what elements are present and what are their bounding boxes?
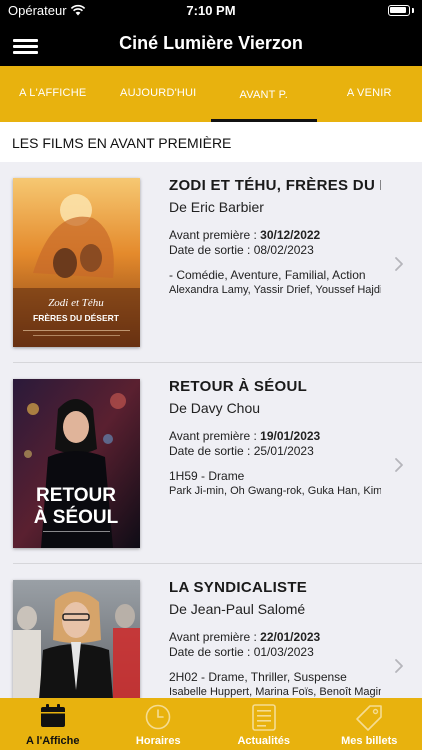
segment-tabs: A L'AFFICHE AUJOURD'HUI AVANT P. A VENIR xyxy=(0,66,422,122)
poster-title-line2: À SÉOUL xyxy=(34,506,119,528)
poster-title-line1: Zodi et Téhu xyxy=(48,297,104,309)
film-poster: Zodi et Téhu FRÈRES DU DÉSERT xyxy=(13,178,140,347)
film-title: ZODI ET TÉHU, FRÈRES DU DÉSERT xyxy=(169,177,381,194)
film-row[interactable]: LA SYNDICALISTE De Jean-Paul Salomé Avan… xyxy=(0,564,422,698)
bottom-tab-actualites[interactable]: Actualités xyxy=(211,698,317,750)
ticket-icon xyxy=(356,705,383,731)
film-director: De Davy Chou xyxy=(169,400,261,416)
preview-date: Avant première : 19/01/2023 xyxy=(169,429,321,443)
status-bar: Opérateur 7:10 PM xyxy=(0,0,422,22)
clock-time: 7:10 PM xyxy=(186,3,236,18)
film-cast: Park Ji-min, Oh Gwang-rok, Guka Han, Kim… xyxy=(169,485,381,497)
film-genre: - Comédie, Aventure, Familial, Action xyxy=(169,268,366,282)
calendar-icon xyxy=(40,704,65,727)
preview-date: Avant première : 30/12/2022 xyxy=(169,228,321,242)
chevron-right-icon xyxy=(395,659,403,673)
film-poster xyxy=(13,580,140,698)
film-genre: 1H59 - Drame xyxy=(169,469,245,483)
bottom-tab-label: Horaires xyxy=(135,735,181,747)
bottom-tab-horaires[interactable]: Horaires xyxy=(106,698,212,750)
film-director: De Eric Barbier xyxy=(169,199,264,215)
clock-icon xyxy=(145,704,171,730)
film-title: LA SYNDICALISTE xyxy=(169,579,308,596)
tab-a-venir[interactable]: A VENIR xyxy=(317,66,422,122)
bottom-tab-bar: A l'Affiche Horaires Actualités Mes bill… xyxy=(0,698,422,750)
film-genre: 2H02 - Drame, Thriller, Suspense xyxy=(169,670,347,684)
battery-icon xyxy=(388,5,410,16)
film-list[interactable]: Zodi et Téhu FRÈRES DU DÉSERT ZODI ET TÉ… xyxy=(0,162,422,698)
film-row[interactable]: RETOUR À SÉOUL RETOUR À SÉOUL De Davy Ch… xyxy=(0,363,422,564)
tab-aujourdhui[interactable]: AUJOURD'HUI xyxy=(106,66,212,122)
film-info: ZODI ET TÉHU, FRÈRES DU DÉSERT De Eric B… xyxy=(169,177,381,298)
preview-date: Avant première : 22/01/2023 xyxy=(169,630,321,644)
bottom-tab-affiche[interactable]: A l'Affiche xyxy=(0,698,106,750)
film-title: RETOUR À SÉOUL xyxy=(169,378,308,395)
poster-syndicaliste-image xyxy=(13,580,140,698)
app-title: Ciné Lumière Vierzon xyxy=(119,33,303,53)
release-date: Date de sortie : 01/03/2023 xyxy=(169,645,314,659)
film-cast: Isabelle Huppert, Marina Foïs, Benoît Ma… xyxy=(169,686,381,698)
bottom-tab-label: Mes billets xyxy=(341,735,398,747)
release-date: Date de sortie : 25/01/2023 xyxy=(169,444,314,458)
tab-avant-premiere[interactable]: AVANT P. xyxy=(211,66,317,122)
nav-header: Opérateur 7:10 PM Ciné Lumière Vierzon xyxy=(0,0,422,66)
chevron-right-icon xyxy=(395,257,403,271)
section-title: LES FILMS EN AVANT PREMIÈRE xyxy=(0,122,422,162)
bottom-tab-mes-billets[interactable]: Mes billets xyxy=(317,698,422,750)
battery-tip xyxy=(412,8,414,13)
poster-seoul-image: RETOUR À SÉOUL xyxy=(13,379,140,548)
poster-title-line2: FRÈRES DU DÉSERT xyxy=(33,313,120,323)
film-director: De Jean-Paul Salomé xyxy=(169,601,306,617)
film-info: RETOUR À SÉOUL De Davy Chou Avant premiè… xyxy=(169,378,381,499)
film-row[interactable]: Zodi et Téhu FRÈRES DU DÉSERT ZODI ET TÉ… xyxy=(0,162,422,363)
film-poster: RETOUR À SÉOUL xyxy=(13,379,140,548)
film-info: LA SYNDICALISTE De Jean-Paul Salomé Avan… xyxy=(169,579,381,698)
news-icon xyxy=(251,704,276,731)
chevron-right-icon xyxy=(395,458,403,472)
bottom-tab-label: Actualités xyxy=(237,735,291,747)
bottom-tab-label: A l'Affiche xyxy=(25,735,80,747)
film-cast: Alexandra Lamy, Yassir Drief, Youssef Ha… xyxy=(169,284,381,296)
poster-title-line1: RETOUR xyxy=(36,485,116,506)
release-date: Date de sortie : 08/02/2023 xyxy=(169,243,314,257)
poster-zodi-image: Zodi et Téhu FRÈRES DU DÉSERT xyxy=(13,178,140,347)
tab-a-laffiche[interactable]: A L'AFFICHE xyxy=(0,66,106,122)
